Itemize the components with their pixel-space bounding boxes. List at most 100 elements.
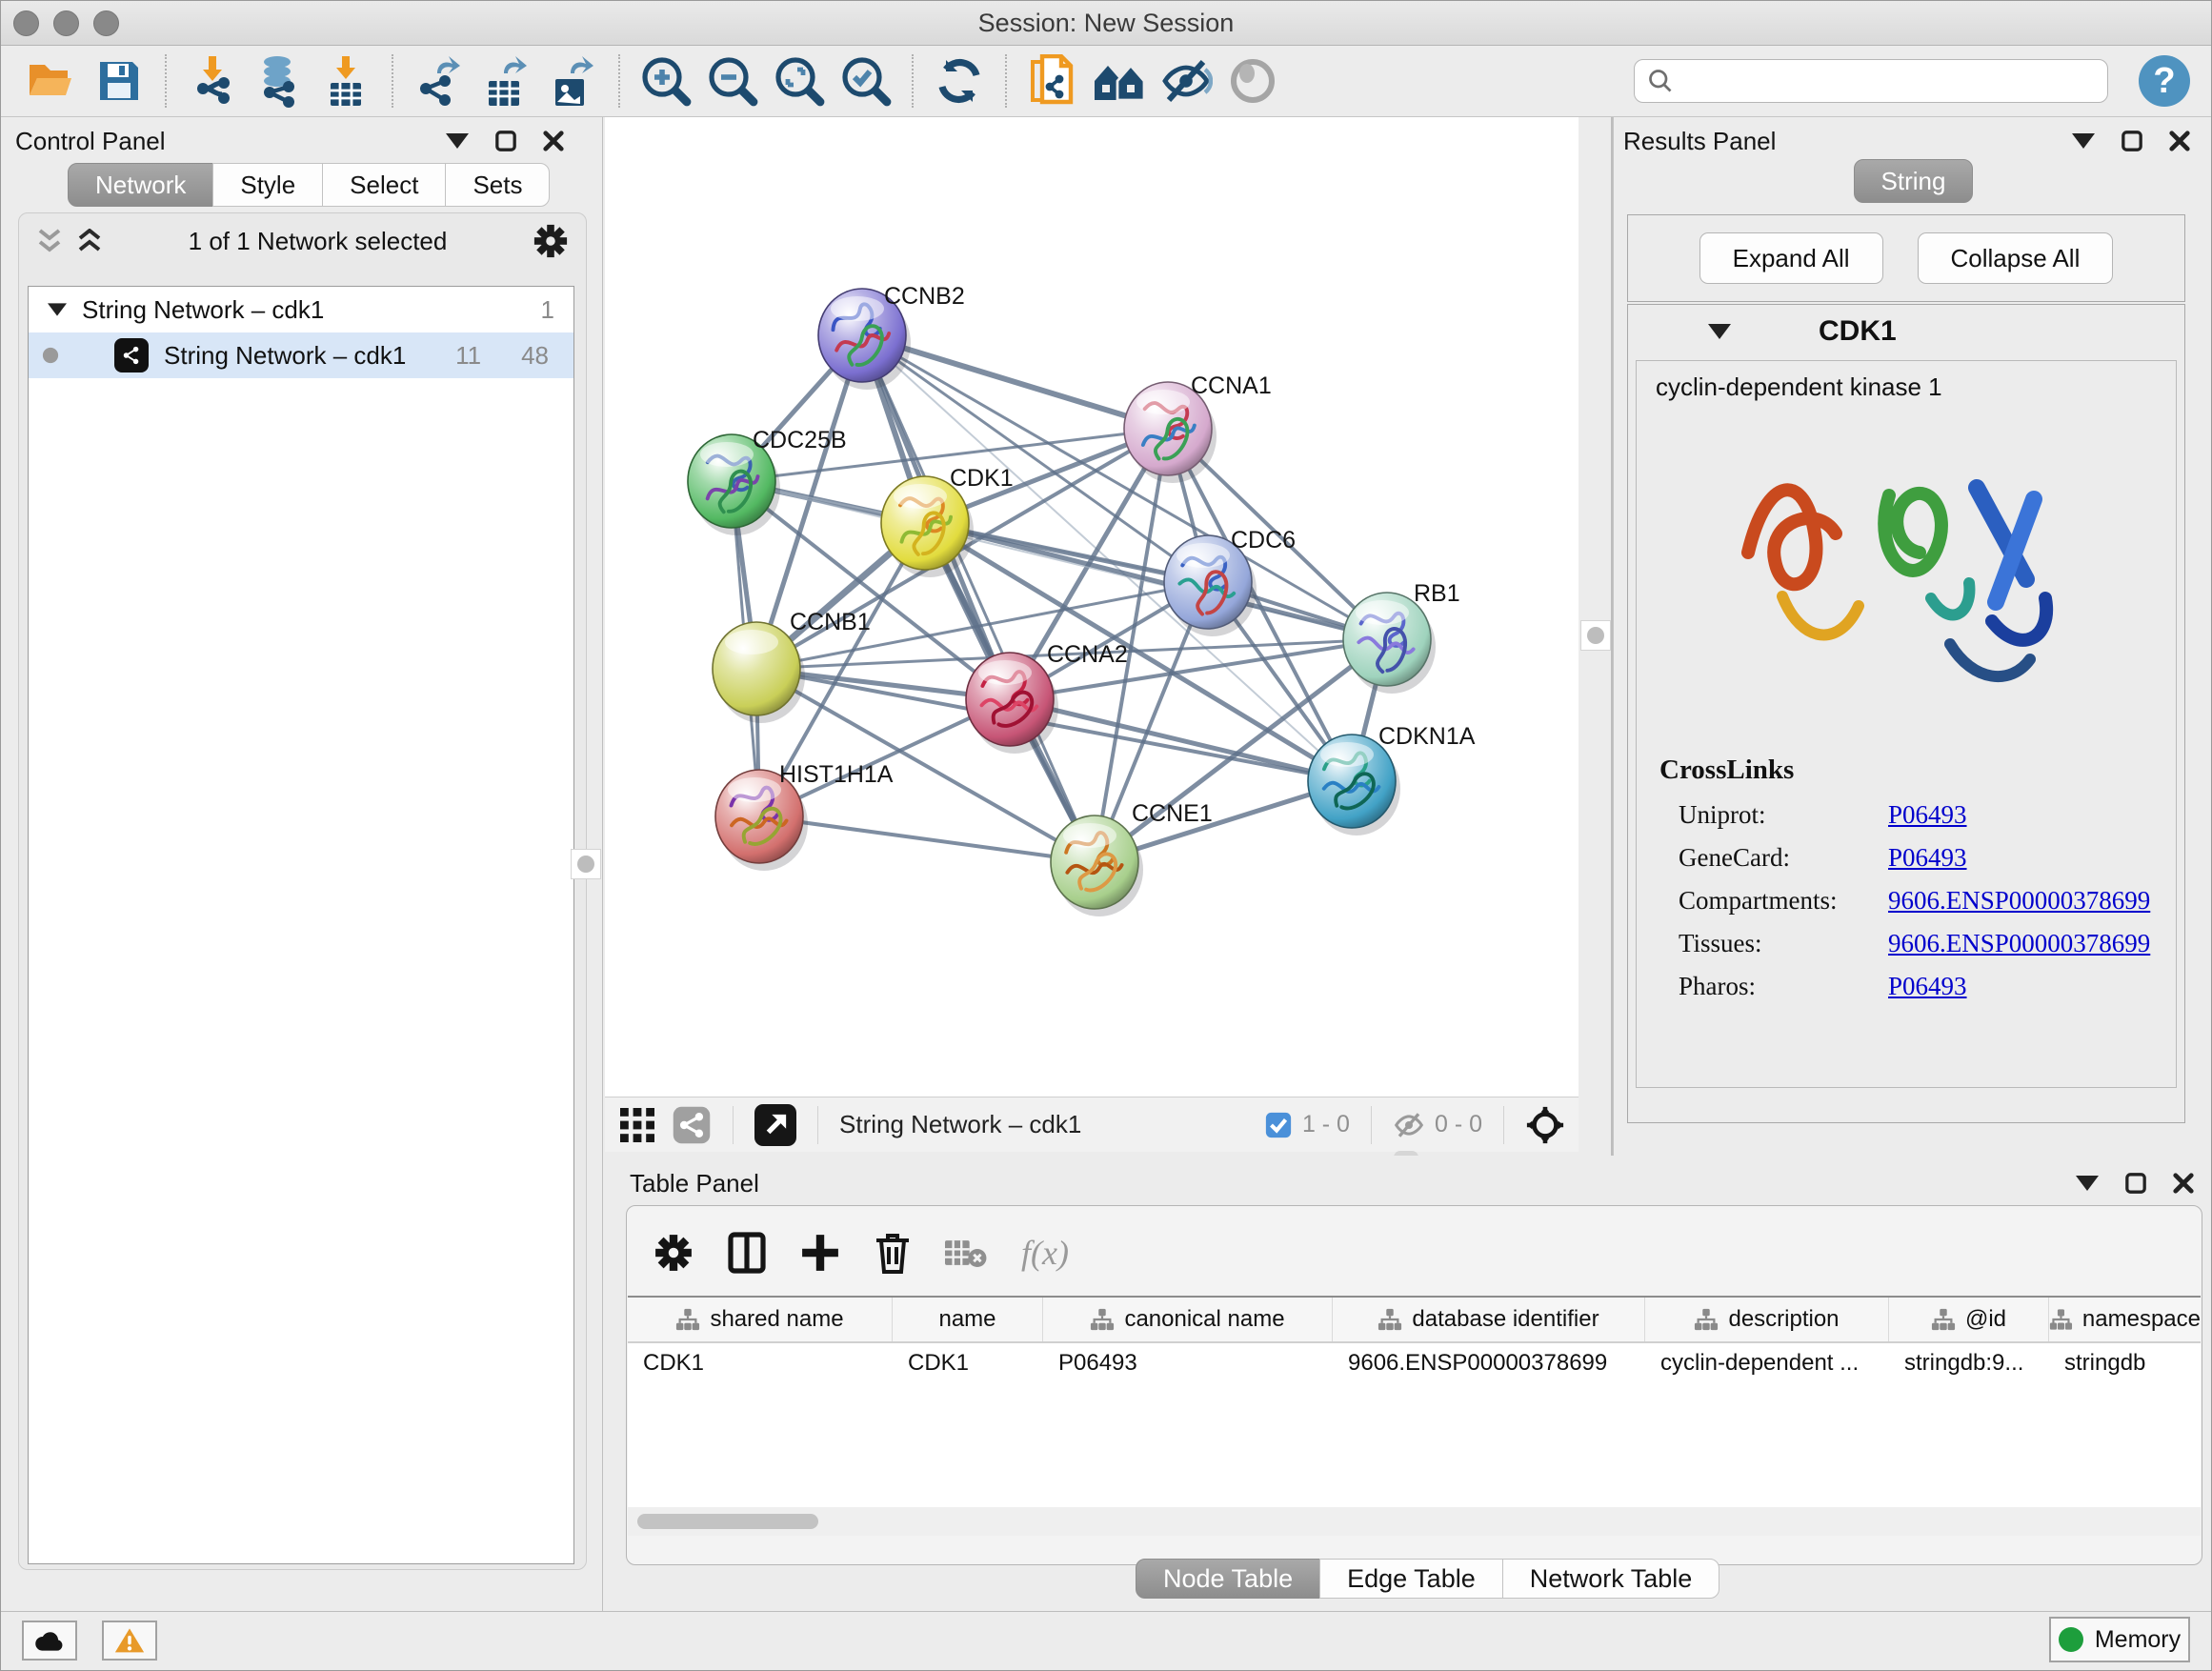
column-header-database-identifier[interactable]: database identifier — [1333, 1298, 1645, 1341]
node-table-grid: shared namenamecanonical namedatabase id… — [628, 1296, 2201, 1507]
collapse-all-button[interactable]: Collapse All — [1918, 232, 2114, 284]
function-builder-button[interactable]: f(x) — [1021, 1233, 1069, 1273]
column-header-namespace[interactable]: namespace — [2049, 1298, 2201, 1341]
close-panel-icon[interactable] — [2169, 131, 2190, 151]
tab-select[interactable]: Select — [322, 163, 446, 207]
float-panel-icon[interactable] — [2122, 131, 2142, 151]
application-window: Session: New Session — [0, 0, 2212, 1671]
node-RB1[interactable] — [1343, 593, 1436, 694]
import-network-from-file-button[interactable] — [182, 50, 243, 111]
crosslink-link[interactable]: P06493 — [1888, 972, 1967, 1001]
zoom-in-button[interactable] — [635, 50, 696, 111]
node-label: CCNA2 — [1047, 641, 1128, 668]
tab-network[interactable]: Network — [68, 163, 213, 207]
column-type-icon — [1931, 1307, 1956, 1332]
panel-menu-icon[interactable] — [2076, 1176, 2099, 1191]
zoom-selected-button[interactable] — [835, 50, 896, 111]
network-view-title: String Network – cdk1 — [839, 1110, 1081, 1139]
table-cell: stringdb:9... — [1889, 1343, 2049, 1383]
left-splitter-handle[interactable] — [571, 849, 601, 879]
memory-label: Memory — [2095, 1626, 2181, 1654]
show-all-button[interactable] — [1089, 50, 1150, 111]
preview-button[interactable] — [1222, 50, 1283, 111]
node-CCNE1[interactable] — [1051, 815, 1143, 916]
panel-menu-icon[interactable] — [446, 133, 469, 149]
column-header-@id[interactable]: @id — [1889, 1298, 2049, 1341]
tab-edge-table[interactable]: Edge Table — [1319, 1559, 1503, 1599]
collapse-triangle-icon[interactable] — [48, 303, 67, 316]
gear-icon[interactable] — [533, 223, 569, 259]
share-view-icon[interactable] — [672, 1105, 712, 1145]
column-header-shared-name[interactable]: shared name — [628, 1298, 893, 1341]
float-panel-icon[interactable] — [495, 131, 516, 151]
tab-string[interactable]: String — [1854, 159, 1974, 203]
expand-all-chevron-icon[interactable] — [36, 229, 63, 253]
create-column-plus-icon[interactable] — [800, 1233, 840, 1273]
selected-checkbox-icon[interactable] — [1264, 1111, 1293, 1139]
tab-network-table[interactable]: Network Table — [1502, 1559, 1720, 1599]
tab-node-table[interactable]: Node Table — [1136, 1559, 1320, 1599]
delete-column-trash-icon[interactable] — [875, 1232, 911, 1274]
column-header-description[interactable]: description — [1645, 1298, 1889, 1341]
panel-menu-icon[interactable] — [2072, 133, 2095, 149]
crosslink-link[interactable]: 9606.ENSP00000378699 — [1888, 929, 2150, 958]
search-input[interactable] — [1675, 67, 2107, 95]
hidden-count-group: 0 - 0 — [1393, 1111, 1482, 1139]
float-panel-icon[interactable] — [2125, 1173, 2146, 1194]
open-session-button[interactable] — [22, 50, 83, 111]
toolbar-separator — [618, 54, 620, 108]
cloud-status-button[interactable] — [22, 1621, 77, 1661]
network-canvas[interactable]: CCNB2CCNA1CDC25BCDK1CDC6RB1CCNB1CCNA2CDK… — [605, 117, 1579, 1097]
close-panel-icon[interactable] — [543, 131, 564, 151]
node-label: CCNA1 — [1191, 372, 1272, 399]
grid-view-icon[interactable] — [618, 1106, 656, 1144]
memory-button[interactable]: Memory — [2049, 1617, 2190, 1662]
tab-style[interactable]: Style — [212, 163, 323, 207]
delete-table-icon[interactable] — [945, 1237, 987, 1269]
export-image-button[interactable] — [542, 50, 603, 111]
node-CCNA2[interactable] — [966, 653, 1058, 754]
clone-network-button[interactable] — [1022, 50, 1083, 111]
network-row-label: String Network – cdk1 — [164, 341, 406, 371]
network-collection-count: 1 — [541, 295, 554, 325]
birdseye-view-button[interactable] — [754, 1104, 796, 1146]
zoom-out-button[interactable] — [702, 50, 763, 111]
hide-selected-button[interactable] — [1156, 50, 1217, 111]
import-network-from-database-button[interactable] — [249, 50, 310, 111]
save-session-button[interactable] — [89, 50, 150, 111]
table-row[interactable]: CDK1CDK1P064939606.ENSP00000378699cyclin… — [628, 1343, 2201, 1383]
edge-CCNB2-CCNE1[interactable] — [862, 335, 1095, 862]
warnings-button[interactable] — [102, 1621, 157, 1661]
zoom-fit-button[interactable] — [769, 50, 830, 111]
table-settings-gear-icon[interactable] — [654, 1233, 694, 1273]
export-network-button[interactable] — [409, 50, 470, 111]
window-title: Session: New Session — [1, 1, 2211, 45]
right-splitter-handle[interactable] — [1580, 620, 1611, 651]
column-header-canonical-name[interactable]: canonical name — [1043, 1298, 1333, 1341]
export-table-icon — [481, 54, 531, 108]
import-table-from-file-button[interactable] — [315, 50, 376, 111]
refresh-view-button[interactable] — [929, 50, 990, 111]
export-table-button[interactable] — [475, 50, 536, 111]
crosslink-link[interactable]: P06493 — [1888, 843, 1967, 873]
hidden-counts: 0 - 0 — [1435, 1111, 1482, 1138]
network-collection-row[interactable]: String Network – cdk1 1 — [29, 287, 573, 332]
collapse-entry-triangle-icon[interactable] — [1708, 324, 1731, 339]
collapse-all-chevron-icon[interactable] — [76, 229, 103, 253]
edge-HIST1H1A-CCNE1[interactable] — [759, 816, 1095, 862]
column-header-name[interactable]: name — [893, 1298, 1043, 1341]
show-columns-icon[interactable] — [728, 1232, 766, 1274]
help-button[interactable]: ? — [2139, 55, 2190, 107]
hidden-eye-icon[interactable] — [1393, 1111, 1425, 1139]
tab-sets[interactable]: Sets — [445, 163, 550, 207]
expand-all-button[interactable]: Expand All — [1699, 232, 1883, 284]
crosshair-icon[interactable] — [1525, 1105, 1565, 1145]
crosslink-link[interactable]: P06493 — [1888, 800, 1967, 830]
network-row-selected[interactable]: String Network – cdk1 11 48 — [29, 332, 573, 378]
scrollbar-thumb[interactable] — [637, 1514, 818, 1529]
close-panel-icon[interactable] — [2173, 1173, 2194, 1194]
crosslink-link[interactable]: 9606.ENSP00000378699 — [1888, 886, 2150, 916]
table-header-row: shared namenamecanonical namedatabase id… — [628, 1298, 2201, 1343]
zoom-out-icon — [706, 54, 759, 108]
table-horizontal-scrollbar[interactable] — [628, 1507, 2201, 1536]
